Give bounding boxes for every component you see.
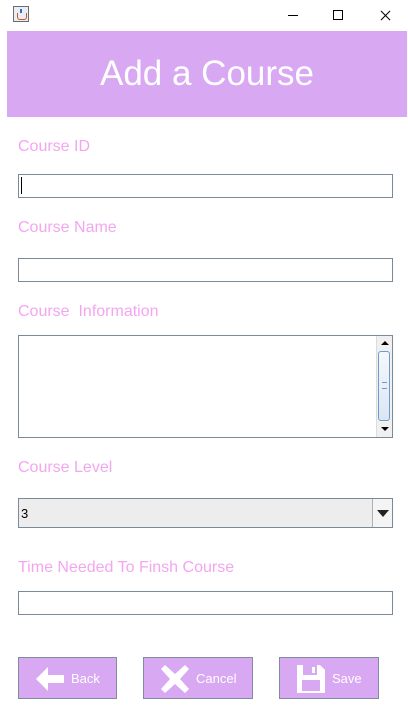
course-name-field[interactable]	[18, 258, 393, 282]
time-needed-label: Time Needed To Finsh Course	[18, 559, 235, 576]
java-cup-icon	[13, 6, 29, 22]
back-button[interactable]: Back	[18, 657, 117, 699]
header-banner: Add a Course	[7, 31, 407, 117]
chevron-down-icon[interactable]	[372, 499, 392, 527]
maximize-button[interactable]	[316, 0, 362, 31]
course-information-label: Course Information	[18, 303, 159, 320]
vertical-scrollbar[interactable]	[376, 336, 392, 437]
course-id-field[interactable]	[18, 174, 393, 198]
back-button-label: Back	[71, 671, 100, 686]
scroll-thumb[interactable]	[378, 351, 390, 421]
text-caret	[21, 177, 22, 194]
course-information-area	[18, 335, 393, 438]
scroll-down-arrow-icon[interactable]	[377, 422, 392, 437]
cancel-button-label: Cancel	[196, 671, 237, 686]
arrow-left-icon	[36, 667, 64, 691]
time-needed-field[interactable]	[18, 591, 393, 615]
course-level-selected-value: 3	[21, 506, 29, 521]
scroll-up-arrow-icon[interactable]	[377, 336, 392, 351]
course-information-textarea[interactable]	[19, 336, 376, 437]
save-button-label: Save	[332, 671, 362, 686]
minimize-button[interactable]	[270, 0, 316, 31]
title-bar	[0, 0, 408, 31]
x-icon	[161, 665, 189, 693]
course-level-label: Course Level	[18, 459, 113, 476]
close-button[interactable]	[362, 0, 408, 31]
page-title: Add a Course	[99, 54, 315, 93]
course-id-label: Course ID	[18, 138, 91, 155]
course-level-dropdown[interactable]: 3	[18, 498, 393, 528]
save-button[interactable]: Save	[279, 657, 379, 699]
course-name-label: Course Name	[18, 219, 117, 236]
cancel-button[interactable]: Cancel	[143, 657, 253, 699]
floppy-disk-icon	[297, 665, 325, 693]
